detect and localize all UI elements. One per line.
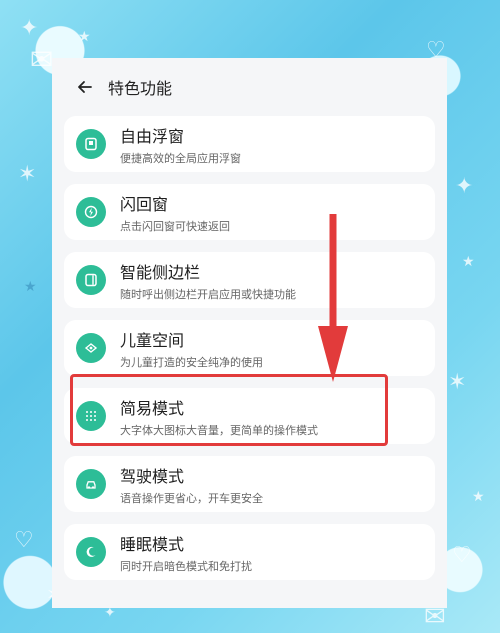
feature-title: 智能侧边栏: [120, 262, 201, 282]
red-arrow-icon: [318, 214, 348, 382]
kids-space-icon: [76, 333, 106, 363]
feature-text: 儿童空间 为儿童打造的安全纯净的使用: [120, 327, 263, 370]
star-decoration-icon: ✶: [448, 370, 467, 395]
feature-item-sleep-mode[interactable]: 睡眠模式 同时开启暗色模式和免打扰: [64, 524, 435, 580]
star-decoration-icon: ★: [24, 279, 37, 295]
feature-subtitle: 便捷高效的全局应用浮窗: [120, 151, 241, 165]
feature-title: 闪回窗: [120, 194, 169, 214]
simple-mode-highlight-box: [70, 374, 388, 446]
star-decoration-icon: ✦: [20, 16, 39, 41]
feature-text: 自由浮窗 便捷高效的全局应用浮窗: [120, 123, 241, 166]
star-decoration-icon: ★: [78, 29, 91, 45]
feature-subtitle: 为儿童打造的安全纯净的使用: [120, 355, 263, 369]
star-decoration-icon: ✦: [104, 605, 116, 621]
star-decoration-icon: ★: [462, 254, 475, 270]
star-decoration-icon: ✦: [455, 174, 474, 199]
feature-text: 睡眠模式 同时开启暗色模式和免打扰: [120, 531, 252, 574]
feature-subtitle: 随时呼出侧边栏开启应用或快捷功能: [120, 287, 296, 301]
phone-screen: 特色功能 自由浮窗 便捷高效的全局应用浮窗 闪回窗 点击闪回窗可快速返回 智能侧…: [52, 58, 447, 608]
heart-decoration-icon: ♡: [14, 528, 34, 553]
feature-title: 儿童空间: [120, 330, 185, 350]
feature-text: 驾驶模式 语音操作更省心，开车更安全: [120, 463, 263, 506]
feature-item-kids-space[interactable]: 儿童空间 为儿童打造的安全纯净的使用: [64, 320, 435, 376]
envelope-decoration-icon: ✉: [30, 43, 54, 76]
feature-title: 睡眠模式: [120, 534, 185, 554]
flash-back-icon: [76, 197, 106, 227]
feature-item-flash-back-window[interactable]: 闪回窗 点击闪回窗可快速返回: [64, 184, 435, 240]
star-decoration-icon: ✶: [18, 162, 37, 187]
feature-item-driving-mode[interactable]: 驾驶模式 语音操作更省心，开车更安全: [64, 456, 435, 512]
feature-text: 智能侧边栏 随时呼出侧边栏开启应用或快捷功能: [120, 259, 296, 302]
star-decoration-icon: ★: [472, 489, 485, 505]
feature-item-free-floating-window[interactable]: 自由浮窗 便捷高效的全局应用浮窗: [64, 116, 435, 172]
back-arrow-icon[interactable]: [76, 77, 96, 97]
car-icon: [76, 469, 106, 499]
feature-subtitle: 点击闪回窗可快速返回: [120, 219, 230, 233]
floating-window-icon: [76, 129, 106, 159]
feature-subtitle: 语音操作更省心，开车更安全: [120, 491, 263, 505]
heart-decoration-icon: ♡: [452, 543, 472, 568]
moon-icon: [76, 537, 106, 567]
top-bar: 特色功能: [52, 58, 447, 116]
sidebar-icon: [76, 265, 106, 295]
page-title: 特色功能: [108, 79, 173, 98]
feature-list: 自由浮窗 便捷高效的全局应用浮窗 闪回窗 点击闪回窗可快速返回 智能侧边栏 随时…: [52, 116, 447, 580]
feature-subtitle: 同时开启暗色模式和免打扰: [120, 559, 252, 573]
feature-title: 驾驶模式: [120, 466, 185, 486]
feature-title: 自由浮窗: [120, 126, 185, 146]
feature-item-smart-sidebar[interactable]: 智能侧边栏 随时呼出侧边栏开启应用或快捷功能: [64, 252, 435, 308]
feature-text: 闪回窗 点击闪回窗可快速返回: [120, 191, 230, 234]
